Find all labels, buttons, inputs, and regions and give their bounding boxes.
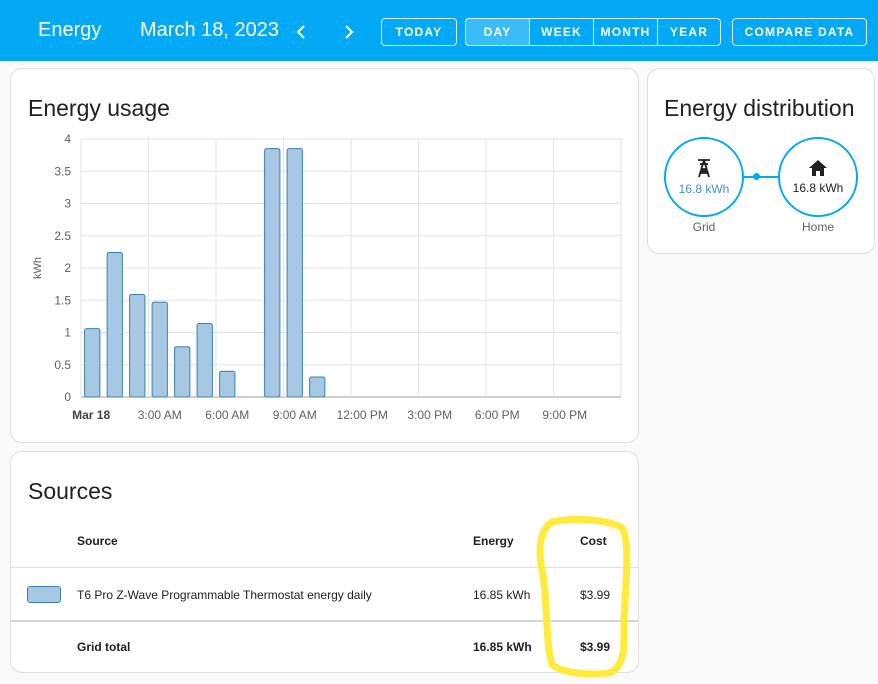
energy-bar <box>174 346 191 398</box>
current-date: March 18, 2023 <box>140 19 279 41</box>
period-month-button[interactable]: MONTH <box>594 19 658 45</box>
column-header-energy[interactable]: Energy <box>473 534 514 548</box>
x-tick-label: 9:00 AM <box>273 408 317 422</box>
grid-node[interactable]: 16.8 kWh <box>664 137 744 217</box>
energy-bar <box>286 148 303 398</box>
total-label: Grid total <box>77 640 131 654</box>
source-energy: 16.85 kWh <box>473 588 531 602</box>
x-tick-label: Mar 18 <box>72 408 110 422</box>
energy-bar <box>129 293 146 398</box>
sources-title: Sources <box>28 478 113 504</box>
energy-usage-chart: 0 0.5 1 1.5 2 2.5 3 3.5 4 kWh Mar 18 3:00 AM 6:00 AM… <box>32 132 622 422</box>
energy-bar <box>84 328 101 398</box>
home-label: Home <box>801 220 834 234</box>
x-tick-label: 12:00 PM <box>337 408 388 422</box>
total-energy: 16.85 kWh <box>473 640 532 654</box>
energy-usage-card: Energy usage 0 0.5 1 1.5 2 2.5 3 3.5 4 kWh Mar 18 3… <box>10 68 639 443</box>
grid-energy-value: 16.8 kWh <box>678 182 730 196</box>
y-tick-label: 1.5 <box>54 293 71 307</box>
x-tick-label: 3:00 PM <box>407 408 452 422</box>
source-name: T6 Pro Z-Wave Programmable Thermostat en… <box>77 588 372 602</box>
compare-data-button[interactable]: COMPARE DATA <box>732 18 867 46</box>
chevron-right-icon <box>345 25 354 39</box>
total-cost: $3.99 <box>580 640 611 654</box>
energy-bar <box>106 252 123 398</box>
period-week-button[interactable]: WEEK <box>530 19 594 45</box>
source-color-swatch <box>27 586 61 603</box>
flow-dot <box>753 173 760 180</box>
column-header-source[interactable]: Source <box>77 534 118 548</box>
x-tick-label: 9:00 PM <box>542 408 587 422</box>
header-divider <box>11 567 638 568</box>
previous-period-button[interactable] <box>289 18 313 46</box>
y-tick-label: 2 <box>64 261 71 275</box>
transmission-tower-icon <box>698 159 710 178</box>
energy-bar <box>219 370 236 398</box>
home-icon <box>809 160 827 176</box>
period-year-button[interactable]: YEAR <box>658 19 720 45</box>
energy-bar <box>264 148 281 398</box>
energy-distribution-card: Energy distribution 16.8 kWh Grid 16.8 k… <box>647 68 875 254</box>
home-energy-value: 16.8 kWh <box>792 181 844 195</box>
energy-bar <box>196 322 213 398</box>
period-day-button[interactable]: DAY <box>466 19 530 45</box>
source-cost: $3.99 <box>580 588 611 602</box>
y-axis-label: kWh <box>32 257 44 279</box>
x-tick-label: 6:00 PM <box>475 408 520 422</box>
total-divider <box>11 620 638 622</box>
y-tick-label: 1 <box>64 326 71 340</box>
y-tick-label: 3 <box>64 197 71 211</box>
top-app-bar: Energy March 18, 2023 TODAY DAY WEEK MON… <box>0 0 878 61</box>
energy-distribution-title: Energy distribution <box>664 95 855 121</box>
energy-bar <box>309 376 326 398</box>
y-tick-label: 0.5 <box>54 358 71 372</box>
app-title: Energy <box>38 19 102 41</box>
y-tick-label: 0 <box>64 390 71 404</box>
next-period-button[interactable] <box>337 18 361 46</box>
chevron-left-icon <box>296 25 305 39</box>
y-tick-label: 3.5 <box>54 164 71 178</box>
period-selector: DAY WEEK MONTH YEAR <box>465 18 721 46</box>
column-header-cost[interactable]: Cost <box>580 534 607 548</box>
sources-card: Sources Source Energy Cost T6 Pro Z-Wave… <box>10 451 639 673</box>
y-tick-label: 2.5 <box>54 229 71 243</box>
grid-home-flow-line <box>744 176 780 178</box>
x-tick-label: 3:00 AM <box>138 408 182 422</box>
y-tick-label: 4 <box>64 132 71 146</box>
x-tick-label: 6:00 AM <box>205 408 249 422</box>
today-button[interactable]: TODAY <box>381 18 457 46</box>
grid-label: Grid <box>692 220 716 234</box>
home-node[interactable]: 16.8 kWh <box>778 137 858 217</box>
energy-bar <box>151 301 168 398</box>
